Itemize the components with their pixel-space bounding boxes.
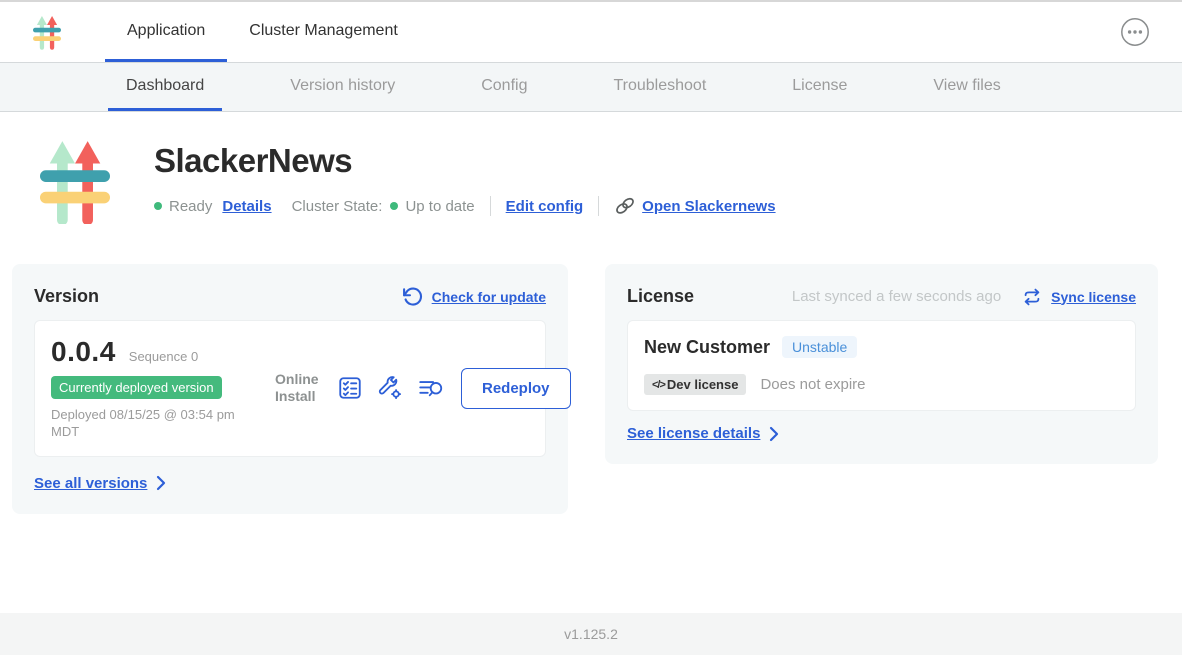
version-info: 0.0.4 Sequence 0 Currently deployed vers… xyxy=(51,336,275,441)
version-sequence: Sequence 0 xyxy=(129,349,198,364)
version-card-title: Version xyxy=(34,286,99,307)
divider xyxy=(490,196,491,216)
app-status-dot xyxy=(154,202,162,210)
subnav-troubleshoot[interactable]: Troubleshoot xyxy=(595,63,724,111)
see-license-details-link[interactable]: See license details xyxy=(627,425,1136,442)
app-header-text: SlackerNews Ready Details Cluster State:… xyxy=(154,138,776,224)
subnav-dashboard-label: Dashboard xyxy=(126,77,204,95)
deployed-timestamp: Deployed 08/15/25 @ 03:54 pm MDT xyxy=(51,407,265,441)
subnav-config[interactable]: Config xyxy=(463,63,545,111)
subnav-version-history[interactable]: Version history xyxy=(272,63,413,111)
cluster-state-dot xyxy=(390,202,398,210)
license-sync-area: Last synced a few seconds ago Sync licen… xyxy=(792,287,1136,307)
license-type-label: Dev license xyxy=(667,377,739,392)
subnav-view-files[interactable]: View files xyxy=(915,63,1018,111)
version-card: Version Check for update 0.0.4 Sequence … xyxy=(12,264,568,514)
version-action-icons xyxy=(337,375,445,401)
config-wrench-icon[interactable] xyxy=(377,375,403,401)
hash-arrows-logo-icon xyxy=(33,14,61,50)
chevron-right-icon xyxy=(156,475,166,491)
console-version: v1.125.2 xyxy=(564,626,618,642)
subnav-version-history-label: Version history xyxy=(290,77,395,95)
app-sub-nav: Dashboard Version history Config Trouble… xyxy=(0,62,1182,112)
chain-link-icon xyxy=(614,195,636,217)
refresh-icon xyxy=(402,286,423,307)
more-options-icon[interactable] xyxy=(1120,17,1150,47)
subnav-license-label: License xyxy=(792,77,847,95)
license-type-tag: </> Dev license xyxy=(644,374,746,395)
preflight-checks-icon[interactable] xyxy=(337,375,363,401)
subnav-license[interactable]: License xyxy=(774,63,865,111)
check-for-update-label: Check for update xyxy=(432,289,546,305)
license-panel: New Customer Unstable </> Dev license Do… xyxy=(627,320,1136,411)
cluster-state-text: Up to date xyxy=(405,198,474,215)
last-synced-text: Last synced a few seconds ago xyxy=(792,288,1001,305)
see-license-details-label: See license details xyxy=(627,425,760,442)
sync-license-link[interactable]: Sync license xyxy=(1022,287,1136,307)
sync-license-label: Sync license xyxy=(1051,289,1136,305)
deployed-version-badge: Currently deployed version xyxy=(51,376,222,399)
sync-arrows-icon xyxy=(1022,287,1042,307)
open-app-link[interactable]: Open Slackernews xyxy=(614,195,775,217)
install-type-label: Online Install xyxy=(275,371,323,406)
license-card: License Last synced a few seconds ago Sy… xyxy=(605,264,1158,464)
license-card-title: License xyxy=(627,286,694,307)
subnav-view-files-label: View files xyxy=(933,77,1000,95)
top-nav-tabs: Application Cluster Management xyxy=(105,2,420,62)
app-status-text: Ready xyxy=(169,198,212,215)
app-logo xyxy=(40,138,110,224)
license-expiration: Does not expire xyxy=(760,376,865,393)
subnav-dashboard[interactable]: Dashboard xyxy=(108,63,222,111)
app-header: SlackerNews Ready Details Cluster State:… xyxy=(0,112,1182,224)
chevron-right-icon xyxy=(769,426,779,442)
dashboard-cards: Version Check for update 0.0.4 Sequence … xyxy=(0,224,1182,514)
tab-application[interactable]: Application xyxy=(105,2,227,62)
code-icon: </> xyxy=(652,379,665,391)
open-app-label: Open Slackernews xyxy=(642,198,775,215)
license-card-header: License Last synced a few seconds ago Sy… xyxy=(627,286,1136,307)
top-nav-right xyxy=(1120,2,1182,62)
check-for-update[interactable]: Check for update xyxy=(402,286,546,307)
version-card-header: Version Check for update xyxy=(34,286,546,307)
tab-application-label: Application xyxy=(127,22,205,40)
see-all-versions-label: See all versions xyxy=(34,475,147,492)
cluster-state-label: Cluster State: xyxy=(292,198,383,215)
tab-cluster-management-label: Cluster Management xyxy=(249,22,398,40)
app-title: SlackerNews xyxy=(154,142,776,180)
customer-name: New Customer xyxy=(644,337,770,358)
redeploy-button[interactable]: Redeploy xyxy=(461,368,571,409)
deploy-logs-icon[interactable] xyxy=(417,375,445,401)
app-status-row: Ready Details Cluster State: Up to date … xyxy=(154,195,776,217)
see-all-versions-link[interactable]: See all versions xyxy=(34,475,546,492)
subnav-troubleshoot-label: Troubleshoot xyxy=(613,77,706,95)
license-meta-row: </> Dev license Does not expire xyxy=(644,374,1119,395)
edit-config-link[interactable]: Edit config xyxy=(506,198,584,215)
top-nav: Application Cluster Management xyxy=(0,2,1182,62)
current-version-panel: 0.0.4 Sequence 0 Currently deployed vers… xyxy=(34,320,546,457)
version-number: 0.0.4 xyxy=(51,336,116,368)
license-customer-row: New Customer Unstable xyxy=(644,336,1119,358)
status-details-link[interactable]: Details xyxy=(222,198,271,215)
channel-badge: Unstable xyxy=(782,336,857,358)
subnav-config-label: Config xyxy=(481,77,527,95)
brand-logo[interactable] xyxy=(33,2,61,62)
divider xyxy=(598,196,599,216)
console-footer: v1.125.2 xyxy=(0,613,1182,655)
tab-cluster-management[interactable]: Cluster Management xyxy=(227,2,420,62)
